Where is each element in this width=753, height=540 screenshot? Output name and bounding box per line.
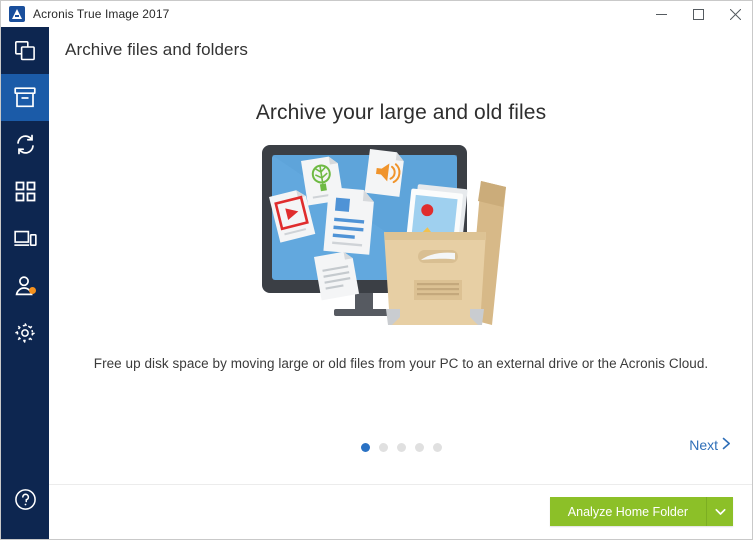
window-controls (643, 1, 752, 27)
analyze-dropdown-button[interactable] (707, 497, 733, 526)
analyze-home-folder-button[interactable]: Analyze Home Folder (549, 497, 707, 526)
sidebar-nav (1, 27, 49, 539)
pagination-dot-4[interactable] (414, 443, 424, 452)
archive-box-and-monitor-illustration (256, 139, 546, 334)
pagination-dots (49, 443, 752, 452)
sidebar-item-settings[interactable] (1, 309, 49, 356)
pagination-dot-2[interactable] (378, 443, 388, 452)
sync-arrows-icon (14, 133, 37, 156)
pagination-dot-1[interactable] (360, 443, 370, 452)
content-headline: Archive your large and old files (255, 101, 547, 124)
account-notification-badge (29, 287, 36, 294)
acronis-logo-icon (9, 6, 25, 22)
archive-box-icon (14, 87, 36, 108)
main-content: Archive your large and old files Free up… (49, 73, 752, 484)
next-label: Next (689, 437, 718, 453)
grid-squares-icon (15, 181, 36, 202)
chevron-down-icon (714, 503, 726, 521)
window-title: Acronis True Image 2017 (33, 7, 170, 21)
sidebar-item-tools[interactable] (1, 168, 49, 215)
chevron-right-icon (722, 437, 731, 453)
help-circle-icon (14, 488, 37, 516)
footer-bar: Analyze Home Folder (49, 484, 752, 539)
next-button[interactable]: Next (689, 437, 731, 453)
sidebar-item-account[interactable] (1, 262, 49, 309)
application-window: Acronis True Image 2017 Archive files an… (0, 0, 753, 540)
page-header: Archive files and folders (49, 27, 752, 74)
sidebar-item-backup[interactable] (1, 27, 49, 74)
sidebar-item-sync[interactable] (1, 121, 49, 168)
stacked-squares-icon (14, 40, 36, 62)
content-description: Free up disk space by moving large or ol… (93, 356, 709, 371)
minimize-icon[interactable] (643, 1, 680, 27)
close-icon[interactable] (717, 1, 752, 27)
maximize-icon[interactable] (680, 1, 717, 27)
pagination-dot-5[interactable] (432, 443, 442, 452)
sidebar-item-help[interactable] (1, 482, 49, 522)
title-bar: Acronis True Image 2017 (1, 1, 752, 28)
primary-action-group: Analyze Home Folder (549, 497, 733, 526)
sidebar-item-archive[interactable] (1, 74, 49, 121)
devices-icon (13, 229, 37, 249)
gear-icon (14, 322, 36, 344)
pagination-dot-3[interactable] (396, 443, 406, 452)
page-title: Archive files and folders (65, 40, 248, 59)
sidebar-item-dashboard[interactable] (1, 215, 49, 262)
